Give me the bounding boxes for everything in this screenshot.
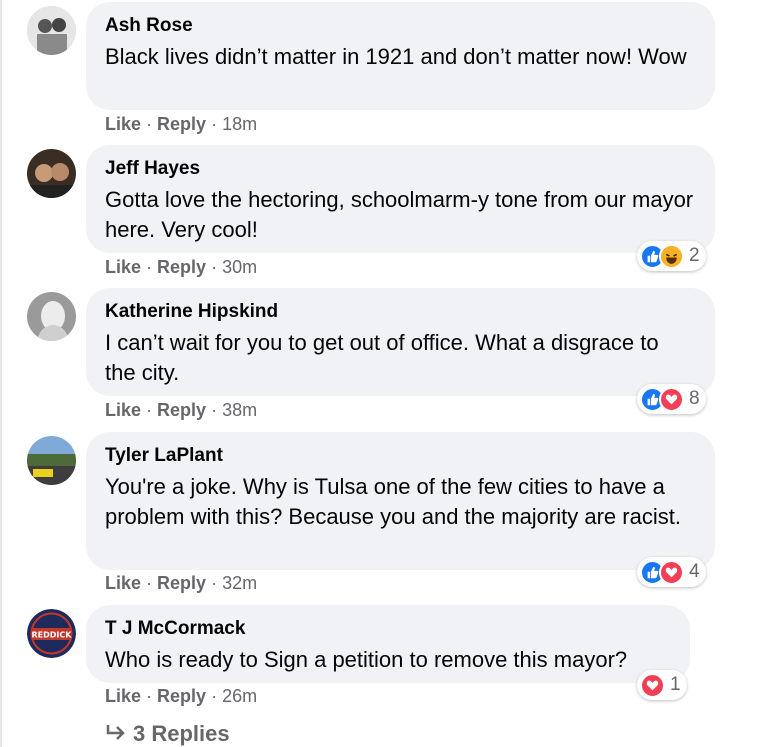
comment-bubble: Katherine Hipskind I can’t wait for you … xyxy=(86,288,715,396)
love-icon xyxy=(640,672,665,698)
love-icon xyxy=(659,386,684,412)
avatar[interactable] xyxy=(27,149,76,198)
reaction-count: 8 xyxy=(689,388,700,409)
avatar[interactable] xyxy=(27,292,76,341)
reply-link[interactable]: Reply xyxy=(157,686,206,706)
comment-meta: Like · Reply · 30m xyxy=(105,257,258,277)
avatar-badge-text: REDDICK xyxy=(32,631,73,640)
timestamp[interactable]: 30m xyxy=(222,257,257,277)
comment-meta: Like · Reply · 26m xyxy=(105,686,258,706)
reactions-summary[interactable]: 2 xyxy=(637,241,706,271)
like-link[interactable]: Like xyxy=(105,257,141,277)
comment-author[interactable]: Tyler LaPlant xyxy=(105,444,695,468)
comment-text: You're a joke. Why is Tulsa one of the f… xyxy=(105,474,681,529)
haha-icon xyxy=(659,243,684,269)
avatar[interactable] xyxy=(27,6,76,55)
comment-author[interactable]: Katherine Hipskind xyxy=(105,300,695,324)
like-link[interactable]: Like xyxy=(105,573,141,593)
reactions-summary[interactable]: 4 xyxy=(637,557,706,587)
comment-author[interactable]: T J McCormack xyxy=(105,617,670,641)
reactions-summary[interactable]: 1 xyxy=(637,670,687,700)
timestamp[interactable]: 26m xyxy=(222,686,257,706)
avatar[interactable] xyxy=(27,436,76,485)
timestamp[interactable]: 32m xyxy=(222,573,257,593)
like-link[interactable]: Like xyxy=(105,400,141,420)
comment-meta: Like · Reply · 38m xyxy=(105,400,258,420)
reply-link[interactable]: Reply xyxy=(157,114,206,134)
thread-line xyxy=(0,0,2,747)
like-link[interactable]: Like xyxy=(105,114,141,134)
comment-text: Who is ready to Sign a petition to remov… xyxy=(105,647,628,672)
reply-link[interactable]: Reply xyxy=(157,573,206,593)
view-replies-label: 3 Replies xyxy=(133,721,230,746)
reply-link[interactable]: Reply xyxy=(157,400,206,420)
timestamp[interactable]: 38m xyxy=(222,400,257,420)
view-replies-link[interactable]: 3 Replies xyxy=(105,721,230,747)
comment-text: Gotta love the hectoring, schoolmarm-y t… xyxy=(105,187,694,242)
like-link[interactable]: Like xyxy=(105,686,141,706)
reply-arrow-icon xyxy=(106,725,125,740)
reactions-summary[interactable]: 8 xyxy=(637,384,706,414)
comment-bubble: T J McCormack Who is ready to Sign a pet… xyxy=(86,605,690,683)
love-icon xyxy=(659,559,684,585)
reaction-count: 1 xyxy=(670,674,681,695)
comment-meta: Like · Reply · 18m xyxy=(105,114,258,134)
avatar[interactable]: REDDICK xyxy=(27,609,76,658)
comment-author[interactable]: Jeff Hayes xyxy=(105,157,695,181)
comment-author[interactable]: Ash Rose xyxy=(105,14,695,38)
comment-bubble: Tyler LaPlant You're a joke. Why is Tuls… xyxy=(86,432,715,570)
timestamp[interactable]: 18m xyxy=(222,114,257,134)
comment-text: I can’t wait for you to get out of offic… xyxy=(105,330,659,385)
reaction-count: 2 xyxy=(689,245,700,266)
comment-meta: Like · Reply · 32m xyxy=(105,573,258,593)
comment-bubble: Jeff Hayes Gotta love the hectoring, sch… xyxy=(86,145,715,253)
comment-bubble: Ash Rose Black lives didn’t matter in 19… xyxy=(86,2,715,110)
comment-text: Black lives didn’t matter in 1921 and do… xyxy=(105,44,687,69)
reaction-count: 4 xyxy=(689,561,700,582)
reply-link[interactable]: Reply xyxy=(157,257,206,277)
